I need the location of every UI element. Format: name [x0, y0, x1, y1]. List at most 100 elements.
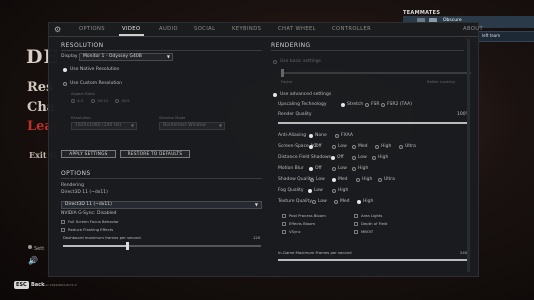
- display-label: Display: [61, 54, 78, 59]
- divider: [61, 178, 262, 179]
- setting-option: Ultra: [405, 144, 416, 149]
- render-quality-label: Render Quality: [278, 112, 312, 117]
- setting-radio[interactable]: [332, 167, 336, 171]
- advanced-settings-label: Use advanced settings: [280, 92, 332, 97]
- basic-settings-radio[interactable]: [273, 60, 277, 64]
- rendering-api-select[interactable]: Direct3D 11 (~dx11) ▼: [61, 201, 262, 209]
- setting-radio[interactable]: [309, 167, 313, 171]
- setting-radio[interactable]: [332, 178, 336, 182]
- window-mode-label: Window Mode: [159, 115, 186, 120]
- setting-option: High: [363, 199, 374, 204]
- setting-radio[interactable]: [357, 200, 361, 204]
- setting-label: Fog Quality: [278, 188, 304, 193]
- setting-radio[interactable]: [331, 156, 335, 160]
- ingame-fps-slider[interactable]: [278, 256, 470, 264]
- setting-checkbox[interactable]: [282, 214, 286, 218]
- advanced-settings-radio[interactable]: [273, 93, 277, 97]
- tab-social[interactable]: SOCIAL: [194, 26, 215, 32]
- setting-radio[interactable]: [352, 156, 356, 160]
- aspect-16-9-radio[interactable]: [115, 99, 119, 103]
- custom-resolution-label: Use Custom Resolution: [70, 81, 123, 86]
- slider-fill: [278, 259, 469, 261]
- tab-bar: ⚙ OPTIONS VIDEO AUDIO SOCIAL KEYBINDS CH…: [49, 23, 483, 37]
- setting-label: Motion Blur: [278, 166, 304, 171]
- tab-about[interactable]: ABOUT: [463, 26, 483, 32]
- setting-option: FXAA: [341, 133, 353, 138]
- gsync-status: NVIDIA G-Sync: Disabled: [61, 211, 117, 216]
- setting-radio[interactable]: [356, 178, 360, 182]
- chevron-down-icon: ▼: [254, 202, 258, 207]
- tab-audio[interactable]: AUDIO: [159, 26, 178, 32]
- apply-settings-button[interactable]: APPLY SETTINGS: [61, 150, 116, 158]
- setting-radio[interactable]: [310, 178, 314, 182]
- setting-radio[interactable]: [334, 200, 338, 204]
- tab-controller[interactable]: CONTROLLER: [332, 26, 371, 32]
- reduce-flashing-checkbox[interactable]: [61, 228, 65, 232]
- setting-checkbox[interactable]: [354, 214, 358, 218]
- dashboard-fps-slider[interactable]: [63, 242, 261, 250]
- setting-option: None: [315, 133, 327, 138]
- gear-icon[interactable]: ⚙: [54, 25, 61, 34]
- slider-handle[interactable]: [126, 242, 130, 250]
- setting-radio[interactable]: [312, 200, 316, 204]
- scrollbar[interactable]: [467, 39, 470, 272]
- dashboard-fps-value: 120: [253, 235, 261, 240]
- back-button[interactable]: Back: [31, 282, 44, 288]
- setting-radio[interactable]: [399, 145, 403, 149]
- tab-options[interactable]: OPTIONS: [79, 26, 105, 32]
- aspect-4-3-radio[interactable]: [71, 99, 75, 103]
- basic-quality-slider[interactable]: [281, 69, 471, 77]
- resolution-select[interactable]: 1920x1080 (240 Hz) ▼: [71, 122, 137, 130]
- upscaling-radio[interactable]: [381, 103, 385, 107]
- aspect-16-10-radio[interactable]: [91, 99, 95, 103]
- aspect-option: 16:9: [121, 98, 130, 103]
- setting-option: Low: [338, 166, 347, 171]
- rendering-title: RENDERING: [271, 42, 311, 49]
- tab-video[interactable]: VIDEO: [122, 26, 140, 32]
- settings-hint[interactable]: Sett: [34, 246, 44, 252]
- checkbox-label: Effects Bloom: [289, 221, 316, 226]
- setting-checkbox[interactable]: [354, 230, 358, 234]
- divider: [61, 50, 262, 51]
- setting-radio[interactable]: [309, 145, 313, 149]
- display-select[interactable]: Monitor 1 - Odyssey G40B ▼: [79, 53, 173, 61]
- native-resolution-radio[interactable]: [63, 68, 67, 72]
- window-mode-select[interactable]: Borderless Window ▼: [159, 122, 225, 130]
- custom-resolution-radio[interactable]: [63, 82, 67, 86]
- restore-defaults-button[interactable]: RESTORE TO DEFAULTS: [120, 150, 190, 158]
- setting-option: Med: [340, 199, 350, 204]
- tab-keybinds[interactable]: KEYBINDS: [232, 26, 261, 32]
- setting-checkbox[interactable]: [354, 222, 358, 226]
- ingame-fps-label: In-Game Maximum Frames per second: [278, 250, 352, 255]
- setting-radio[interactable]: [352, 145, 356, 149]
- setting-option: High: [358, 166, 369, 171]
- setting-radio[interactable]: [352, 167, 356, 171]
- checkbox-label: Post Process Bloom: [289, 213, 326, 218]
- tab-chat-wheel[interactable]: CHAT WHEEL: [278, 26, 316, 32]
- setting-option: Ultra: [384, 177, 395, 182]
- fullscreen-focus-checkbox[interactable]: [61, 220, 65, 224]
- settings-panel: ⚙ OPTIONS VIDEO AUDIO SOCIAL KEYBINDS CH…: [48, 22, 483, 277]
- options-title: OPTIONS: [61, 170, 91, 177]
- render-quality-slider[interactable]: [278, 119, 470, 127]
- volume-icon[interactable]: 🔊: [28, 256, 38, 265]
- setting-label: Shadow Quality: [278, 177, 314, 182]
- setting-option: High: [362, 177, 373, 182]
- upscaling-radio[interactable]: [341, 103, 345, 107]
- setting-radio[interactable]: [308, 189, 312, 193]
- setting-checkbox[interactable]: [282, 230, 286, 234]
- upscaling-label: Upscaling Technology: [278, 102, 327, 107]
- setting-radio[interactable]: [372, 156, 376, 160]
- setting-radio[interactable]: [332, 189, 336, 193]
- setting-radio[interactable]: [378, 178, 382, 182]
- slider-handle[interactable]: [281, 69, 284, 77]
- settings-icon: [28, 245, 32, 249]
- upscaling-radio[interactable]: [365, 103, 369, 107]
- resolution-label: Resolution: [71, 115, 91, 120]
- setting-radio[interactable]: [335, 134, 339, 138]
- setting-radio[interactable]: [375, 145, 379, 149]
- setting-radio[interactable]: [309, 134, 313, 138]
- setting-checkbox[interactable]: [282, 222, 286, 226]
- checkbox-label: Area Lights: [361, 213, 383, 218]
- setting-radio[interactable]: [332, 145, 336, 149]
